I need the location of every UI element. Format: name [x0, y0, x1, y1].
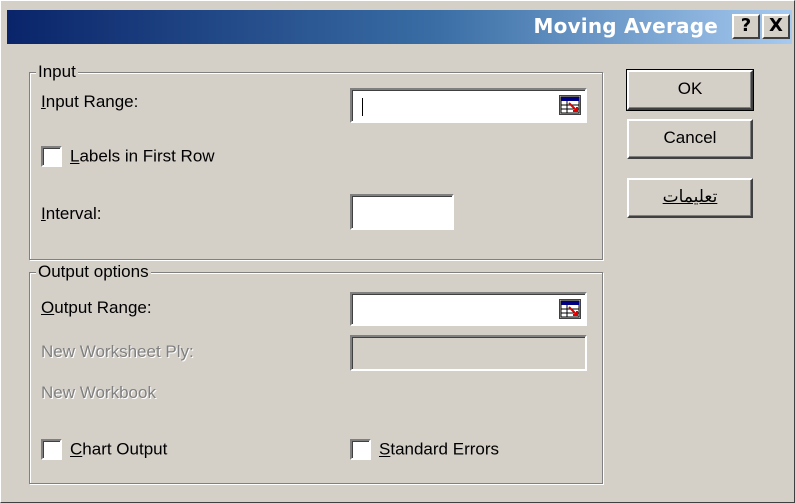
interval-label-rest: nterval: — [45, 204, 102, 223]
new-workbook-label: New Workbook — [41, 383, 156, 402]
help-button-label: تعليمات — [662, 187, 718, 206]
title-bar[interactable]: Moving Average ? X — [7, 10, 792, 44]
input-range-label: Input Range: — [41, 92, 138, 112]
interval-field[interactable] — [350, 194, 454, 230]
interval-label: Interval: — [41, 204, 101, 224]
chart-output-label: Chart Output — [70, 440, 167, 459]
close-button[interactable]: X — [762, 14, 790, 39]
standard-errors-rest: tandard Errors — [390, 439, 500, 459]
chart-output-option[interactable]: Chart Output — [41, 439, 167, 461]
output-range-field[interactable] — [350, 292, 587, 326]
help-title-button[interactable]: ? — [732, 14, 760, 39]
labels-first-row-option[interactable]: Labels in First Row — [41, 146, 215, 168]
range-select-icon — [560, 96, 580, 114]
standard-errors-accel: S — [379, 439, 391, 459]
ok-button[interactable]: OK — [626, 69, 754, 111]
standard-errors-option[interactable]: Standard Errors — [350, 439, 499, 461]
cancel-button[interactable]: Cancel — [627, 119, 753, 159]
labels-first-row-label: Labels in First Row — [70, 147, 215, 166]
new-worksheet-ply-label: New Worksheet Ply: — [41, 342, 194, 361]
chart-output-checkbox[interactable] — [41, 439, 62, 461]
chart-output-rest: hart Output — [82, 439, 168, 459]
dialog-title: Moving Average — [533, 14, 718, 38]
input-range-label-rest: nput Range: — [45, 92, 139, 111]
output-group-legend: Output options — [36, 262, 151, 282]
input-group-legend: Input — [36, 62, 78, 82]
input-range-collapse-button[interactable] — [559, 95, 581, 115]
range-select-icon — [560, 300, 580, 318]
help-button[interactable]: تعليمات — [627, 178, 753, 218]
labels-first-row-checkbox[interactable] — [41, 146, 62, 168]
input-range-field[interactable] — [350, 88, 587, 123]
output-range-collapse-button[interactable] — [559, 299, 581, 319]
new-worksheet-ply-field — [350, 335, 587, 371]
labels-first-row-rest: abels in First Row — [79, 146, 215, 166]
output-range-label: Output Range: — [41, 298, 152, 318]
output-range-label-accel: O — [41, 298, 55, 317]
standard-errors-label: Standard Errors — [379, 440, 499, 459]
moving-average-dialog: Moving Average ? X Input Input Range: La… — [0, 0, 795, 503]
chart-output-accel: C — [70, 439, 83, 459]
standard-errors-checkbox[interactable] — [350, 439, 371, 461]
text-caret — [362, 98, 363, 116]
output-range-label-rest: utput Range: — [54, 298, 152, 317]
